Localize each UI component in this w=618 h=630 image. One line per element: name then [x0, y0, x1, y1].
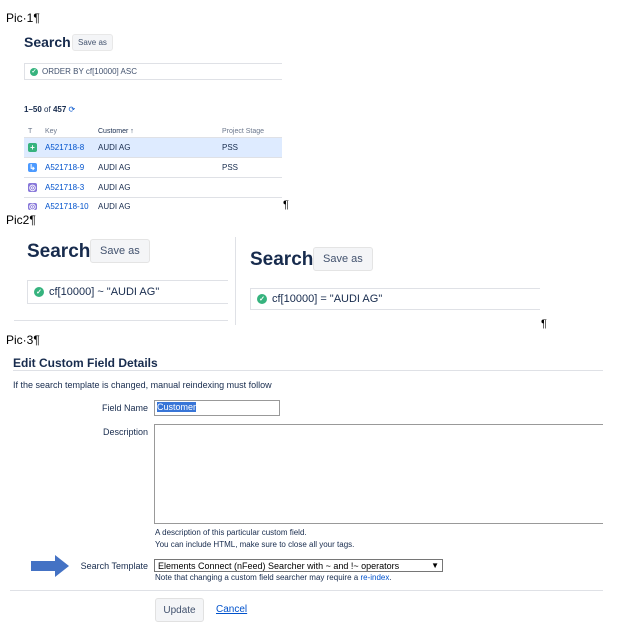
- column-header-key[interactable]: Key: [45, 128, 57, 135]
- description-label: Description: [102, 427, 148, 437]
- column-header-project-stage[interactable]: Project Stage: [222, 128, 264, 135]
- description-textarea[interactable]: [154, 424, 603, 524]
- customer-cell: AUDI AG: [98, 143, 131, 152]
- epic-icon: ◎: [28, 203, 37, 210]
- jql-query-text: cf[10000] = "AUDI AG": [272, 293, 383, 305]
- jql-query-text: cf[10000] ~ "AUDI AG": [49, 286, 160, 298]
- reindex-note: If the search template is changed, manua…: [13, 380, 272, 390]
- chevron-down-icon: ▼: [431, 561, 439, 570]
- issue-key-link[interactable]: A521718-9: [45, 163, 84, 172]
- cancel-link[interactable]: Cancel: [216, 604, 247, 615]
- form-divider: [10, 590, 603, 591]
- description-help-line-2: You can include HTML, make sure to close…: [155, 540, 355, 549]
- field-name-label: Field Name: [101, 403, 148, 413]
- pilcrow-mark: ¶: [541, 318, 547, 330]
- jql-query-bar[interactable]: ✓ cf[10000] = "AUDI AG": [250, 288, 540, 310]
- save-as-button[interactable]: Save as: [90, 239, 150, 263]
- description-help: A description of this particular custom …: [155, 527, 354, 551]
- update-button[interactable]: Update: [155, 598, 204, 622]
- customer-cell: AUDI AG: [98, 183, 131, 192]
- panel-divider: [14, 320, 228, 321]
- jql-query-text: ORDER BY cf[10000] ASC: [42, 67, 138, 76]
- caption-pic3: Pic·3¶: [6, 333, 40, 347]
- result-of: of: [44, 105, 51, 114]
- story-icon: +: [28, 143, 37, 152]
- panel-separator: [235, 237, 236, 325]
- subtask-icon: ↳: [28, 163, 37, 172]
- column-header-type[interactable]: T: [28, 128, 32, 135]
- search-template-label: Search Template: [80, 561, 148, 571]
- caption-pic1: Pic·1¶: [6, 11, 40, 25]
- issue-key-link[interactable]: A521718-8: [45, 143, 84, 152]
- column-header-customer[interactable]: Customer ↑: [98, 128, 134, 135]
- result-total: 457: [52, 105, 67, 114]
- heading-divider: [13, 370, 603, 371]
- search-title: Search: [250, 249, 314, 270]
- field-name-value: Customer: [157, 402, 197, 412]
- template-note-period: .: [389, 573, 392, 582]
- page-title: Edit Custom Field Details: [13, 356, 158, 370]
- result-range: 1–50: [24, 105, 42, 114]
- issue-key-link[interactable]: A521718-3: [45, 183, 84, 192]
- pilcrow-mark: ¶: [283, 199, 289, 211]
- valid-check-icon: ✓: [257, 294, 267, 304]
- customer-cell: AUDI AG: [98, 163, 131, 172]
- search-title: Search: [24, 34, 71, 50]
- customer-cell: AUDI AG: [98, 202, 131, 211]
- save-as-button[interactable]: Save as: [313, 247, 373, 271]
- search-title: Search: [27, 241, 91, 262]
- template-note-text: Note that changing a custom field search…: [155, 573, 359, 582]
- valid-check-icon: ✓: [30, 67, 38, 76]
- result-count: 1–50 of 457 ⟳: [24, 105, 75, 114]
- stage-cell: PSS: [222, 163, 239, 172]
- stage-cell: PSS: [222, 143, 239, 152]
- description-help-line-1: A description of this particular custom …: [155, 528, 307, 537]
- valid-check-icon: ✓: [34, 287, 44, 297]
- reindex-link[interactable]: re-index: [360, 573, 389, 582]
- save-as-button[interactable]: Save as: [72, 34, 113, 51]
- field-name-input[interactable]: Customer: [154, 400, 280, 416]
- jql-query-bar[interactable]: ✓ ORDER BY cf[10000] ASC: [24, 63, 282, 80]
- search-template-value: Elements Connect (nFeed) Searcher with ~…: [158, 560, 400, 571]
- epic-icon: ◎: [28, 183, 37, 192]
- search-template-select[interactable]: Elements Connect (nFeed) Searcher with ~…: [154, 559, 443, 572]
- refresh-icon[interactable]: ⟳: [69, 105, 76, 114]
- caption-pic2: Pic2¶: [6, 213, 36, 227]
- template-note: Note that changing a custom field search…: [155, 572, 392, 584]
- issue-key-link[interactable]: A521718-10: [45, 202, 89, 211]
- jql-query-bar[interactable]: ✓ cf[10000] ~ "AUDI AG": [27, 280, 228, 304]
